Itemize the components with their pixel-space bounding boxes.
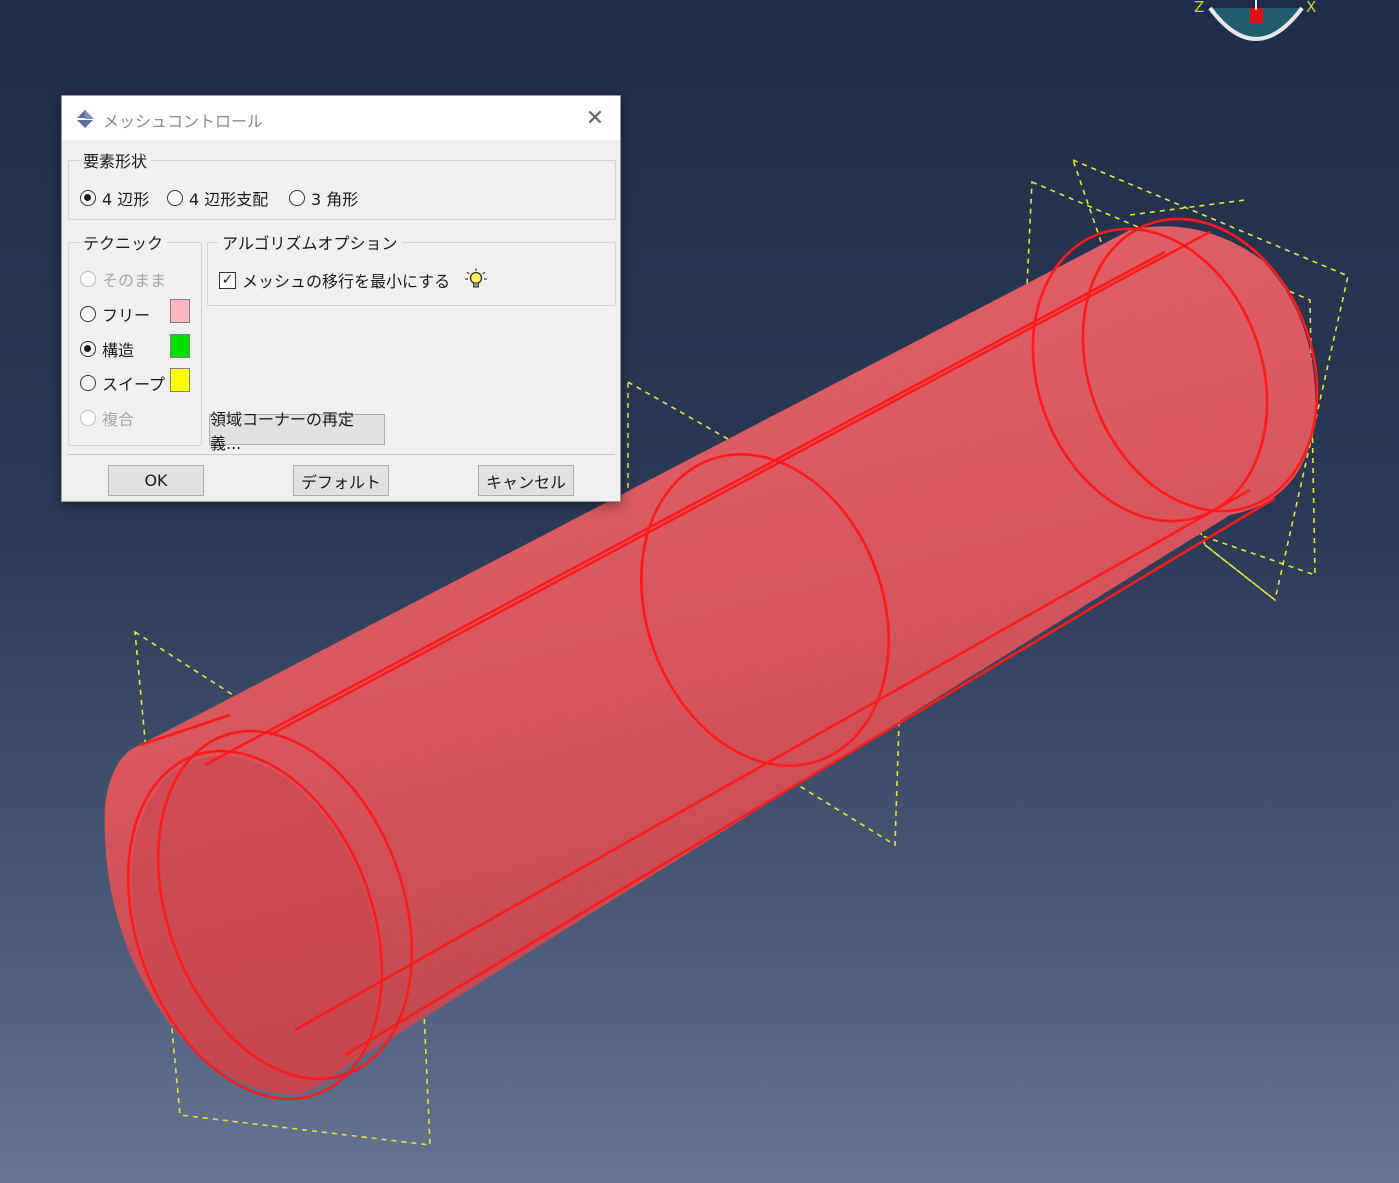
structured-color-swatch	[170, 334, 190, 358]
cancel-button[interactable]: キャンセル	[478, 465, 574, 496]
element-shape-legend: 要素形状	[83, 152, 148, 171]
close-icon: ✕	[585, 105, 605, 131]
axis-x-label: X	[1306, 0, 1316, 16]
shape-option-tri[interactable]: 3 角形	[289, 186, 358, 210]
technique-option-label: フリー	[102, 306, 151, 325]
technique-option-label: スイープ	[102, 375, 166, 394]
technique-option-free[interactable]: フリー	[80, 302, 150, 326]
technique-legend: テクニック	[83, 234, 164, 253]
shape-option-quad[interactable]: 4 辺形	[80, 186, 149, 210]
shape-option-label: 4 辺形支配	[189, 190, 269, 209]
radio-button[interactable]	[167, 190, 183, 206]
radio-button[interactable]	[80, 190, 96, 206]
minimize-transition-option[interactable]: ✓ メッシュの移行を最小にする	[219, 268, 488, 292]
minimize-transition-label: メッシュの移行を最小にする	[242, 272, 451, 291]
redefine-region-corners-button[interactable]: 領域コーナーの再定義...	[209, 410, 385, 453]
technique-option-structured[interactable]: 構造	[80, 337, 134, 361]
free-color-swatch	[170, 299, 190, 323]
dialog-title: メッシュコントロール	[103, 112, 264, 131]
default-button[interactable]: デフォルト	[293, 465, 389, 496]
mesh-control-icon	[76, 110, 94, 128]
shape-option-quad-dominated[interactable]: 4 辺形支配	[167, 186, 268, 210]
dialog-titlebar[interactable]: メッシュコントロール ✕	[62, 96, 620, 140]
algorithm-options-legend: アルゴリズムオプション	[222, 234, 398, 253]
radio-button	[80, 410, 96, 426]
lightbulb-icon[interactable]	[464, 268, 488, 292]
technique-option-label: そのまま	[102, 271, 167, 290]
button-separator	[67, 454, 615, 455]
radio-button[interactable]	[289, 190, 305, 206]
ok-button[interactable]: OK	[108, 465, 204, 496]
technique-option-label: 構造	[102, 341, 135, 360]
shape-option-label: 4 辺形	[102, 190, 150, 209]
axis-z-label: Z	[1194, 0, 1204, 16]
radio-button	[80, 271, 96, 287]
mesh-control-dialog: メッシュコントロール ✕ 要素形状 4 辺形 4 辺形支配 3 角形 テクニック…	[61, 95, 621, 502]
triad-center-marker	[1250, 8, 1263, 23]
radio-button[interactable]	[80, 375, 96, 391]
technique-option-sweep[interactable]: スイープ	[80, 371, 165, 395]
minimize-transition-checkbox[interactable]: ✓	[219, 271, 236, 289]
shape-option-label: 3 角形	[311, 190, 359, 209]
technique-option-label: 複合	[102, 410, 135, 429]
view-triad[interactable]: Z X	[1190, 0, 1330, 50]
radio-button[interactable]	[80, 306, 96, 322]
close-button[interactable]: ✕	[580, 104, 610, 132]
radio-button[interactable]	[80, 341, 96, 357]
technique-option-composite: 複合	[80, 406, 134, 430]
technique-option-as-is: そのまま	[80, 267, 166, 291]
sweep-color-swatch	[170, 368, 190, 392]
